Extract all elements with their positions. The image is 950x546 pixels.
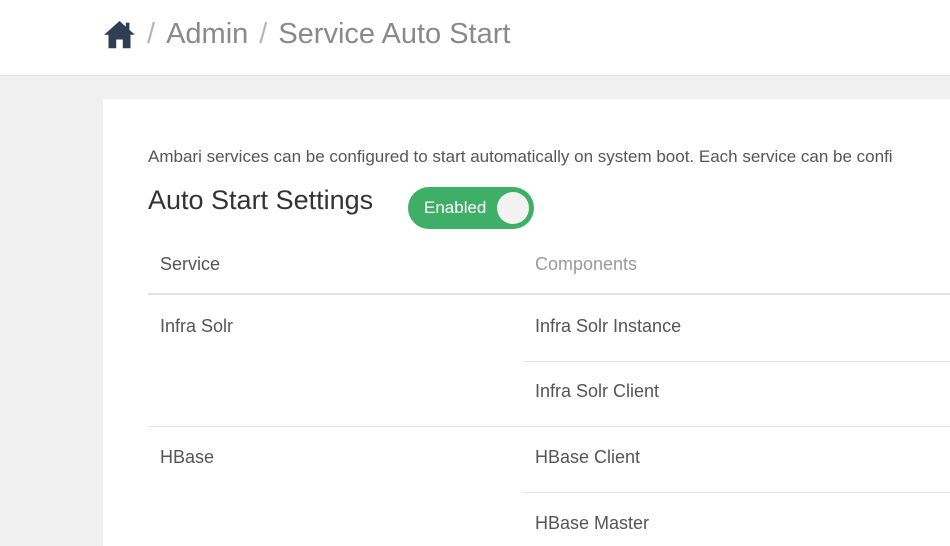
- page-description: Ambari services can be configured to sta…: [148, 147, 893, 166]
- column-header-components: Components: [535, 254, 638, 274]
- toggle-label: Enabled: [424, 198, 487, 217]
- section-title: Auto Start Settings: [148, 185, 374, 215]
- service-name: Infra Solr: [160, 316, 234, 336]
- breadcrumb-admin-link[interactable]: Admin: [166, 18, 248, 51]
- component-divider: [523, 361, 950, 362]
- toggle-knob[interactable]: [497, 192, 529, 224]
- component-item[interactable]: Infra Solr Instance: [535, 316, 681, 337]
- column-header-service: Service: [160, 254, 221, 274]
- home-icon[interactable]: [103, 18, 136, 51]
- auto-start-toggle[interactable]: Enabled: [408, 187, 534, 229]
- auto-start-panel: Ambari services can be configured to sta…: [103, 99, 950, 546]
- component-item[interactable]: Infra Solr Client: [535, 381, 659, 402]
- breadcrumb: / Admin / Service Auto Start: [103, 14, 510, 54]
- component-item[interactable]: HBase Master: [535, 513, 649, 534]
- component-item[interactable]: HBase Client: [535, 447, 640, 468]
- component-divider: [523, 492, 950, 493]
- breadcrumb-separator: /: [259, 17, 268, 50]
- breadcrumb-separator: /: [147, 17, 156, 50]
- header-divider: [148, 293, 950, 295]
- row-divider: [148, 426, 950, 427]
- service-name: HBase: [160, 447, 215, 467]
- breadcrumb-current-page: Service Auto Start: [278, 17, 511, 50]
- top-bar: / Admin / Service Auto Start: [0, 0, 950, 76]
